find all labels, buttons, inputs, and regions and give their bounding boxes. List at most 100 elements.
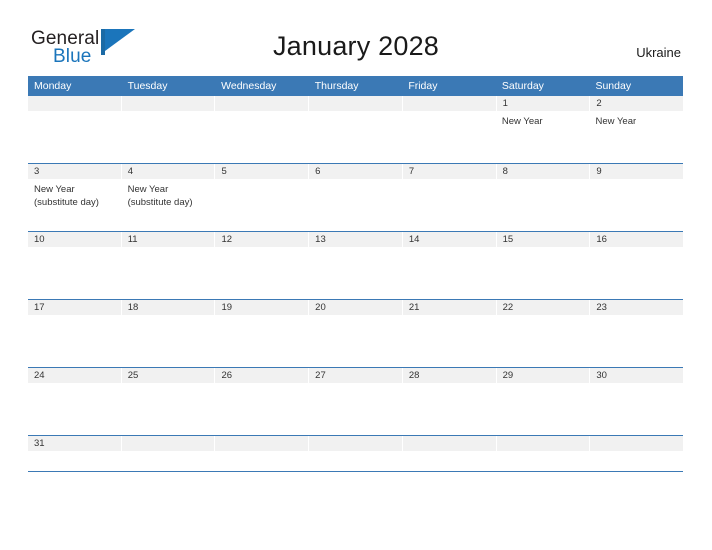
day-cell[interactable]	[589, 247, 683, 299]
date-number[interactable]: 3	[28, 164, 122, 179]
week-event-strip	[28, 247, 683, 299]
date-number[interactable]: 31	[28, 436, 122, 451]
calendar-page: General Blue January 2028 Ukraine Monday…	[0, 0, 712, 550]
day-cell[interactable]	[589, 383, 683, 435]
day-cell[interactable]	[28, 315, 122, 367]
day-cell[interactable]	[122, 451, 216, 471]
day-cell[interactable]	[122, 247, 216, 299]
day-cell[interactable]	[309, 247, 403, 299]
day-cell[interactable]	[215, 451, 309, 471]
day-cell[interactable]	[215, 179, 309, 231]
day-cell[interactable]	[215, 247, 309, 299]
day-cell[interactable]	[402, 247, 496, 299]
date-number[interactable]: 17	[28, 300, 122, 315]
country-label: Ukraine	[636, 45, 681, 60]
date-number[interactable]: 24	[28, 368, 122, 383]
date-number[interactable]: 4	[122, 164, 216, 179]
date-number[interactable]: 23	[590, 300, 683, 315]
day-cell[interactable]	[28, 383, 122, 435]
date-number[interactable]: 12	[215, 232, 310, 247]
day-cell[interactable]	[496, 247, 590, 299]
date-number[interactable]: 5	[215, 164, 310, 179]
date-number[interactable]: 2	[590, 96, 683, 111]
day-cell[interactable]	[215, 383, 309, 435]
day-cell[interactable]	[496, 179, 590, 231]
day-cell[interactable]	[309, 111, 403, 163]
day-cell-with-event[interactable]: New Year (substitute day)	[122, 179, 216, 231]
day-cell[interactable]	[589, 315, 683, 367]
date-number[interactable]: 28	[403, 368, 497, 383]
day-cell[interactable]	[122, 111, 216, 163]
calendar-week-row: 17 18 19 20 21 22 23	[28, 299, 683, 367]
day-cell[interactable]	[589, 179, 683, 231]
date-number-empty	[215, 436, 310, 451]
day-cell[interactable]	[589, 451, 683, 471]
day-cell[interactable]	[309, 315, 403, 367]
date-number[interactable]: 1	[497, 96, 591, 111]
day-cell[interactable]	[309, 451, 403, 471]
calendar-weeks: 1 2 New Year New Year 3 4 5 6 7 8 9 New Year (substi…	[28, 96, 683, 471]
day-cell[interactable]	[402, 111, 496, 163]
calendar-week-row: 10 11 12 13 14 15 16	[28, 231, 683, 299]
date-number[interactable]: 25	[122, 368, 216, 383]
day-cell[interactable]	[122, 383, 216, 435]
calendar-week-row: 24 25 26 27 28 29 30	[28, 367, 683, 435]
week-event-strip: New Year (substitute day) New Year (substit…	[28, 179, 683, 231]
event-label: New Year	[34, 184, 75, 195]
date-number[interactable]: 15	[497, 232, 591, 247]
date-number[interactable]: 8	[497, 164, 591, 179]
weekday-header-wednesday: Wednesday	[221, 80, 277, 92]
day-cell[interactable]	[215, 315, 309, 367]
date-number[interactable]: 27	[309, 368, 403, 383]
day-cell-with-event[interactable]: New Year (substitute day)	[28, 179, 122, 231]
day-cell[interactable]	[28, 111, 122, 163]
weekday-header-tuesday: Tuesday	[127, 80, 168, 92]
day-cell[interactable]	[402, 179, 496, 231]
date-number[interactable]: 26	[215, 368, 310, 383]
day-cell[interactable]	[402, 315, 496, 367]
date-number[interactable]: 13	[309, 232, 403, 247]
day-cell[interactable]	[28, 247, 122, 299]
date-number-empty	[309, 96, 403, 111]
event-label: New Year	[595, 116, 637, 127]
day-cell[interactable]	[496, 451, 590, 471]
week-date-strip: 3456789	[28, 164, 683, 179]
day-cell[interactable]	[28, 451, 122, 471]
date-number-empty	[497, 436, 591, 451]
date-number[interactable]: 19	[215, 300, 310, 315]
date-number[interactable]: 20	[309, 300, 403, 315]
date-number-empty	[122, 96, 216, 111]
week-date-strip: 24 25 26 27 28 29 30	[28, 368, 683, 383]
event-label: (substitute day)	[34, 197, 99, 208]
date-number[interactable]: 11	[122, 232, 216, 247]
date-number[interactable]: 9	[590, 164, 683, 179]
day-cell-with-event[interactable]: New Year	[589, 111, 683, 163]
weekday-header-thursday: Thursday	[314, 80, 359, 92]
date-number-empty	[403, 436, 497, 451]
date-number[interactable]: 10	[28, 232, 122, 247]
day-cell[interactable]	[309, 383, 403, 435]
day-cell[interactable]	[215, 111, 309, 163]
date-number[interactable]: 21	[403, 300, 497, 315]
weekday-header-monday: Monday	[34, 80, 72, 92]
date-number[interactable]: 30	[590, 368, 683, 383]
day-cell[interactable]	[309, 179, 403, 231]
date-number[interactable]: 16	[590, 232, 683, 247]
date-number[interactable]: 14	[403, 232, 497, 247]
day-cell[interactable]	[402, 383, 496, 435]
date-number[interactable]: 18	[122, 300, 216, 315]
date-number[interactable]: 7	[403, 164, 497, 179]
date-number[interactable]: 22	[497, 300, 591, 315]
day-cell[interactable]	[496, 383, 590, 435]
date-number[interactable]: 29	[497, 368, 591, 383]
date-number[interactable]: 6	[309, 164, 403, 179]
day-cell[interactable]	[402, 451, 496, 471]
calendar-grid: Monday Tuesday Wednesday Thursday Friday…	[28, 76, 683, 472]
date-number-empty	[122, 436, 216, 451]
event-label: (substitute day)	[127, 197, 193, 208]
event-label: New Year	[501, 116, 543, 127]
day-cell[interactable]	[122, 315, 216, 367]
day-cell-with-event[interactable]: New Year	[496, 111, 590, 163]
weekday-header-row: Monday Tuesday Wednesday Thursday Friday…	[28, 76, 683, 96]
day-cell[interactable]	[496, 315, 590, 367]
